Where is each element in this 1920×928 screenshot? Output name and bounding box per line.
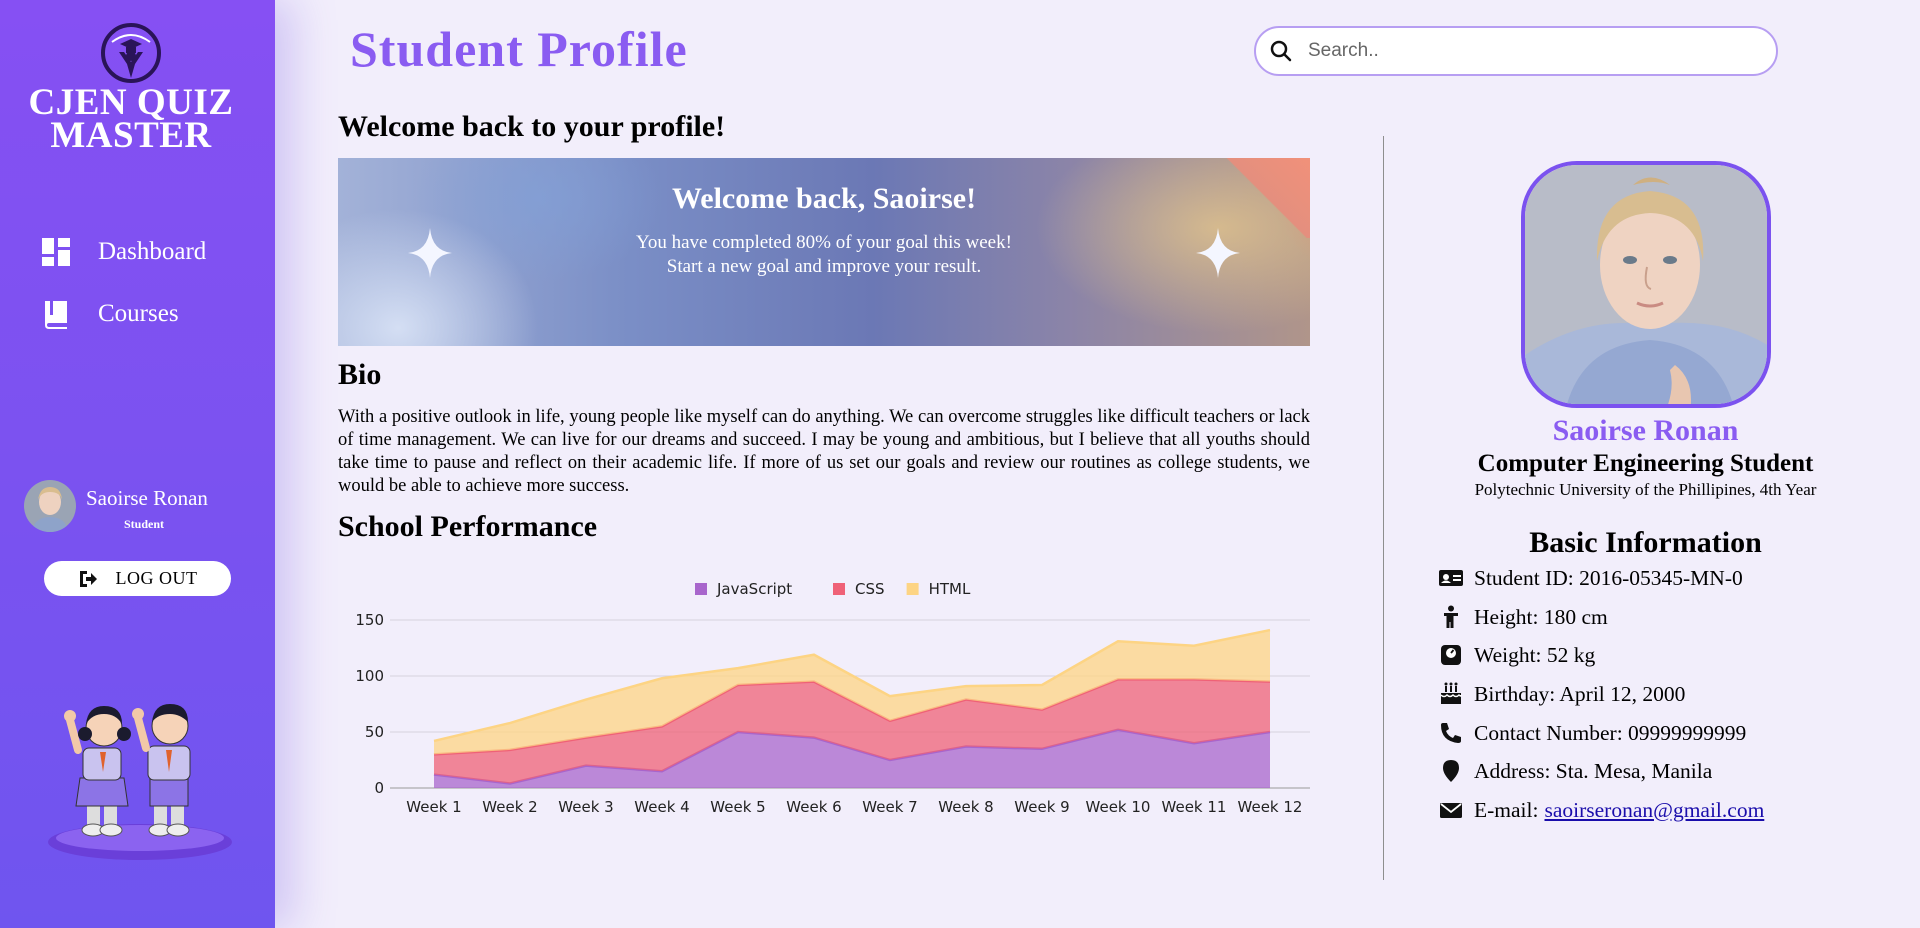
sidebar-item-label: Dashboard	[98, 238, 207, 265]
info-address: Address: Sta. Mesa, Manila	[1438, 756, 1712, 786]
info-student-id: Student ID: 2016-05345-MN-0	[1438, 563, 1743, 593]
legend-swatch	[695, 583, 707, 595]
sidebar-item-label: Courses	[98, 300, 179, 327]
logout-icon	[79, 570, 97, 587]
welcome-heading: Welcome back to your profile!	[338, 110, 726, 143]
x-tick-label: Week 3	[558, 798, 613, 816]
person-height-icon	[1444, 605, 1458, 628]
email-link[interactable]: saoirseronan@gmail.com	[1544, 798, 1764, 823]
legend-label: HTML	[929, 580, 971, 598]
x-tick-label: Week 4	[634, 798, 689, 816]
sidebar-item-courses[interactable]: Courses	[40, 294, 179, 334]
x-tick-label: Week 1	[406, 798, 461, 816]
location-pin-icon	[1443, 760, 1459, 782]
bio-text: With a positive outlook in life, young p…	[338, 407, 1310, 496]
avatar	[24, 480, 76, 532]
banner-title: Welcome back, Saoirse!	[671, 182, 977, 215]
sidebar-item-dashboard[interactable]: Dashboard	[40, 232, 206, 272]
sidebar: CJEN QUIZ MASTER Dashboard Courses Saoir…	[0, 0, 275, 928]
weight-text: Weight: 52 kg	[1474, 642, 1596, 667]
weight-scale-icon	[1441, 645, 1461, 665]
user-role: Student	[123, 517, 164, 531]
legend-label: JavaScript	[716, 580, 792, 598]
welcome-banner: Welcome back, Saoirse! You have complete…	[338, 158, 1310, 346]
x-tick-label: Week 7	[862, 798, 917, 816]
x-tick-label: Week 6	[786, 798, 841, 816]
banner-progress-text: You have completed 80% of your goal this…	[636, 232, 1012, 253]
x-tick-label: Week 9	[1014, 798, 1069, 816]
profile-title: Computer Engineering Student	[1477, 450, 1814, 477]
profile-photo	[1521, 161, 1771, 408]
contact-text: Contact Number: 09999999999	[1474, 720, 1747, 745]
id-card-icon	[1439, 570, 1463, 586]
performance-heading: School Performance	[338, 510, 598, 543]
search-bar	[1254, 26, 1778, 76]
info-email: E-mail: saoirseronan@gmail.com	[1438, 795, 1764, 825]
email-label: E-mail:	[1474, 797, 1539, 822]
logout-button[interactable]: LOG OUT	[44, 561, 231, 596]
y-tick-label: 150	[355, 611, 384, 629]
page-title: Student Profile	[350, 21, 688, 77]
dashboard-icon	[42, 238, 70, 266]
brand-logo-text: CJEN QUIZ MASTER	[28, 82, 234, 156]
graduate-logo-icon	[101, 23, 161, 83]
x-tick-label: Week 8	[938, 798, 993, 816]
height-text: Height: 180 cm	[1474, 604, 1608, 629]
legend-label: CSS	[855, 580, 885, 598]
legend-swatch	[833, 583, 845, 595]
phone-icon	[1441, 723, 1461, 743]
x-tick-label: Week 10	[1086, 798, 1151, 816]
envelope-icon	[1440, 803, 1462, 818]
performance-chart: 0 50 100 150 Week 1 Week 2 Week 3 Week 4 Week 5 W…	[355, 580, 1310, 816]
bio-heading: Bio	[338, 358, 382, 391]
info-weight: Weight: 52 kg	[1438, 640, 1595, 670]
x-tick-label: Week 5	[710, 798, 765, 816]
x-tick-label: Week 11	[1162, 798, 1227, 816]
info-contact: Contact Number: 09999999999	[1438, 718, 1746, 748]
profile-name: Saoirse Ronan	[1552, 414, 1739, 447]
divider	[1383, 136, 1384, 880]
legend-swatch	[906, 583, 919, 595]
book-icon	[45, 301, 67, 329]
search-input[interactable]	[1308, 40, 1748, 62]
address-text: Address: Sta. Mesa, Manila	[1474, 758, 1713, 783]
y-tick-label: 50	[365, 723, 384, 741]
student-id-text: Student ID: 2016-05345-MN-0	[1474, 565, 1743, 590]
x-tick-label: Week 12	[1238, 798, 1303, 816]
user-name: Saoirse Ronan	[86, 486, 208, 510]
basic-info-heading: Basic Information	[1529, 526, 1762, 559]
logout-label: LOG OUT	[115, 568, 198, 588]
banner-subtext: Start a new goal and improve your result…	[666, 256, 982, 277]
students-illustration	[48, 704, 232, 860]
info-birthday: Birthday: April 12, 2000	[1438, 679, 1685, 709]
info-height: Height: 180 cm	[1438, 602, 1608, 632]
birthday-cake-icon	[1440, 682, 1462, 704]
search-icon[interactable]	[1270, 40, 1292, 62]
y-tick-label: 0	[374, 779, 384, 797]
x-tick-label: Week 2	[482, 798, 537, 816]
profile-school: Polytechnic University of the Phillipine…	[1474, 480, 1817, 499]
y-tick-label: 100	[355, 667, 384, 685]
birthday-text: Birthday: April 12, 2000	[1474, 681, 1686, 706]
